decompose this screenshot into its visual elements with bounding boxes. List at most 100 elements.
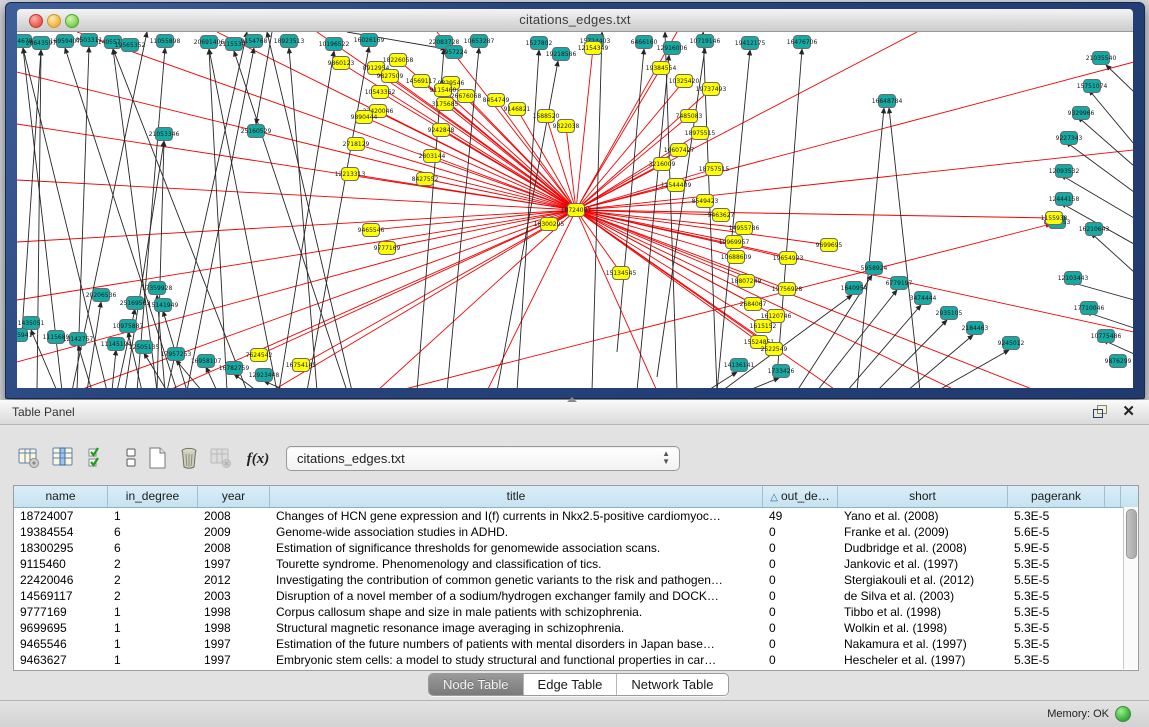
splitter-handle[interactable]	[567, 397, 577, 402]
column-header-out_de…[interactable]: △out_de…	[763, 486, 838, 507]
graph-node[interactable]: 9465546	[358, 224, 385, 237]
graph-node[interactable]: 6466160	[631, 36, 658, 49]
graph-node[interactable]: 12916006	[657, 42, 688, 55]
graph-node[interactable]: 19384554	[646, 62, 677, 75]
graph-node[interactable]: 15134545	[606, 267, 637, 280]
column-header-in_degree[interactable]: in_degree	[108, 486, 198, 507]
table-row[interactable]: 1830029562008Estimation of significance …	[14, 540, 1138, 556]
graph-node[interactable]: 14136141	[724, 359, 755, 372]
table-row[interactable]: 1938455462009Genome-wide association stu…	[14, 524, 1138, 540]
graph-node[interactable]: 1435051	[18, 317, 45, 330]
graph-node[interactable]: 2935105	[936, 307, 963, 320]
graph-node[interactable]: 16476706	[787, 36, 818, 49]
graph-node[interactable]: 12093532	[1049, 165, 1080, 178]
column-header-name[interactable]: name	[14, 486, 108, 507]
graph-node[interactable]: 12505135	[129, 341, 160, 354]
graph-node[interactable]: 10688609	[721, 251, 752, 264]
graph-node[interactable]: 20206536	[86, 289, 117, 302]
graph-node[interactable]: 1733426	[768, 365, 795, 378]
graph-node[interactable]: 21035540	[1086, 52, 1117, 65]
column-header-short[interactable]: short	[838, 486, 1008, 507]
graph-node[interactable]: 18757515	[699, 163, 730, 176]
graph-node[interactable]: 10196522	[319, 38, 350, 51]
graph-node[interactable]: 2184463	[962, 322, 989, 335]
graph-node[interactable]: 7485083	[676, 110, 703, 123]
graph-node[interactable]: 14569117	[406, 75, 437, 88]
graph-node[interactable]: 16648784	[872, 95, 903, 108]
table-row[interactable]: 946362711997Embryonic stem cells: a mode…	[14, 652, 1138, 668]
graph-node[interactable]: 12444158	[1049, 193, 1080, 206]
table-row[interactable]: 1456911722003Disruption of a novel membe…	[14, 588, 1138, 604]
table-row[interactable]: 946554611997Estimation of the future num…	[14, 636, 1138, 652]
graph-node[interactable]: 16754145	[286, 359, 317, 372]
graph-node[interactable]: 18975515	[685, 127, 716, 140]
table-scrollbar[interactable]	[1123, 507, 1138, 669]
float-panel-icon[interactable]	[1093, 405, 1107, 418]
column-header-pagerank[interactable]: pagerank	[1008, 486, 1105, 507]
window-titlebar[interactable]: citations_edges.txt	[17, 9, 1133, 32]
network-canvas[interactable]: 9546780206435971695940785033111405572419…	[17, 32, 1133, 388]
graph-node[interactable]: 9876299	[1105, 355, 1132, 368]
graph-node[interactable]: 9322038	[553, 120, 580, 133]
close-panel-icon[interactable]: ✕	[1122, 402, 1135, 420]
graph-node[interactable]: 15751074	[1077, 80, 1108, 93]
row-height-icon[interactable]	[118, 446, 144, 472]
graph-node[interactable]: 11055898	[150, 35, 181, 48]
graph-node[interactable]: 3474444	[910, 292, 937, 305]
graph-node[interactable]: 25160529	[241, 125, 272, 138]
graph-node[interactable]: 9227343	[1056, 132, 1083, 145]
graph-node[interactable]: 12103443	[1058, 272, 1089, 285]
graph-node[interactable]: 21053346	[149, 128, 180, 141]
column-header-filler[interactable]	[1105, 486, 1121, 507]
delete-file-icon[interactable]	[176, 446, 202, 472]
table-row[interactable]: 2242004622012Investigating the contribut…	[14, 572, 1138, 588]
graph-node[interactable]: 3915941	[17, 329, 33, 342]
graph-node[interactable]: 1640954	[841, 282, 868, 295]
tab-node-table[interactable]: Node Table	[429, 674, 524, 695]
graph-node[interactable]: 17710046	[1074, 302, 1105, 315]
graph-node[interactable]: 19218586	[546, 48, 577, 61]
graph-node[interactable]: 11145194	[101, 338, 132, 351]
graph-node[interactable]: 19756928	[772, 283, 803, 296]
tab-edge-table[interactable]: Edge Table	[524, 674, 618, 695]
graph-node[interactable]: 9463627	[708, 209, 735, 222]
table-row[interactable]: 977716911998Corpus callosum shape and si…	[14, 604, 1138, 620]
graph-node[interactable]: 10543362	[365, 86, 396, 99]
graph-node[interactable]: 9329966	[1068, 107, 1095, 120]
graph-node[interactable]: 19654923	[773, 252, 804, 265]
new-file-icon[interactable]	[144, 446, 170, 472]
table-row[interactable]: 911546021997Tourette syndrome. Phenomeno…	[14, 556, 1138, 572]
network-table-select[interactable]: citations_edges.txt ▲▼	[286, 446, 680, 471]
graph-node[interactable]: 5958924	[861, 262, 888, 275]
graph-node[interactable]: 9777169	[374, 242, 401, 255]
graph-node[interactable]: 8549423	[692, 195, 719, 208]
column-header-year[interactable]: year	[198, 486, 270, 507]
graph-node[interactable]: 16782759	[219, 362, 250, 375]
graph-node[interactable]: 19412175	[735, 37, 766, 50]
table-row[interactable]: 1872400712008Changes of HCN gene express…	[14, 508, 1138, 524]
function-builder-icon[interactable]: f(x)	[242, 446, 274, 472]
graph-node[interactable]: 18923513	[274, 35, 305, 48]
insert-column-icon[interactable]	[50, 446, 76, 472]
graph-node[interactable]: 16026169	[354, 34, 385, 47]
network-graph[interactable]: 9546780206435971695940785033111405572419…	[17, 32, 1133, 388]
graph-node[interactable]: 2718129	[343, 138, 370, 151]
graph-node[interactable]: 9245012	[998, 337, 1025, 350]
graph-node[interactable]: 10975887	[113, 320, 144, 333]
graph-node[interactable]: 16210643	[1079, 223, 1110, 236]
memory-status-indicator[interactable]	[1115, 706, 1131, 722]
graph-node[interactable]: 1588520	[533, 110, 560, 123]
column-header-title[interactable]: title	[270, 486, 763, 507]
table-settings-icon[interactable]	[16, 446, 42, 472]
graph-node[interactable]: 19737493	[696, 83, 727, 96]
graph-node[interactable]: 17359928	[142, 282, 173, 295]
graph-node[interactable]: 9146821	[504, 103, 531, 116]
select-columns-icon[interactable]	[86, 446, 112, 472]
graph-node[interactable]: 16958107	[191, 355, 222, 368]
graph-node[interactable]: 10775486	[1091, 330, 1122, 343]
graph-node[interactable]: 1527802	[526, 37, 553, 50]
graph-node[interactable]: 9699695	[816, 239, 843, 252]
graph-node[interactable]: 10719146	[690, 35, 721, 48]
tab-network-table[interactable]: Network Table	[617, 674, 727, 695]
scrollbar-thumb[interactable]	[1126, 509, 1137, 559]
